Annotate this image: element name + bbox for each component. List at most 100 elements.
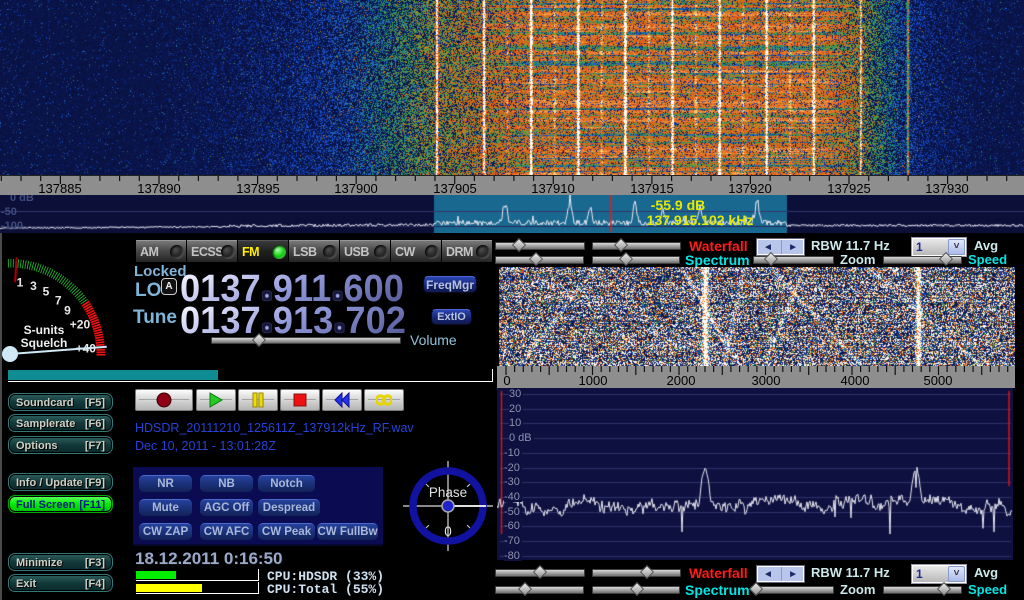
smeter-scale-label: 7 [55,293,62,307]
menu-button-full-screen[interactable]: Full Screen[F11] [8,495,113,513]
phase-center-dot [442,500,454,512]
dsp-button-agc-off[interactable]: AGC Off [200,499,253,516]
mode-led-fm [272,245,286,259]
dsp-button-notch[interactable]: Notch [258,475,315,492]
dsp-button-cw-zap[interactable]: CW ZAP [139,523,192,540]
signal-level-readout: -55.9 dB [651,197,705,213]
lo-label: LO [135,280,161,302]
dsp-button-cw-fullbw[interactable]: CW FullBw [317,523,378,540]
spectrum-label-0: Spectrum [685,252,750,268]
rbw-label-0: RBW 11.7 Hz [811,238,890,253]
avg-dropdown-0[interactable]: 1˅ [912,238,966,256]
scale1-label: 137920 [728,181,771,196]
spec2-db-label: -20 [504,463,522,473]
main-waterfall-display[interactable] [0,0,1024,175]
scale2-label: 3000 [752,373,781,388]
menu-button-key: [F4] [85,578,105,590]
avg-dropdown-1[interactable]: 1˅ [912,565,966,583]
freqmgr-button[interactable]: FreqMgr [423,276,477,293]
waterfall-spin-1-right-arrow[interactable]: ► [788,569,798,580]
menu-button-label: Options [16,440,58,452]
mode-button-label: AM [140,245,158,259]
phase-dial[interactable]: Phase0 [398,456,498,556]
menu-button-exit[interactable]: Exit[F4] [8,574,113,592]
menu-button-info-update[interactable]: Info / Update[F9] [8,473,113,491]
extio-button[interactable]: ExtIO [431,309,472,325]
menu-button-key: [F3] [85,557,105,569]
waterfall-spin-1-divider [781,567,782,581]
tune-frequency-display[interactable]: 0137913702 [180,305,406,338]
play-button[interactable] [196,389,236,411]
dsp-button-cw-afc[interactable]: CW AFC [200,523,253,540]
lo-a-badge[interactable]: A [161,278,177,295]
avg-label-0: Avg [974,238,998,253]
rewind-button[interactable] [322,389,362,411]
smeter-caption-sunits: S-units [24,323,65,337]
audio-spectrum-display[interactable]: 3020100 dB-10-20-30-40-50-60-70-80 [497,388,1013,560]
menu-button-key: [F5] [85,397,105,409]
scale1-label: 137910 [531,181,574,196]
menu-button-key: [F11] [79,499,105,511]
dsp-button-despread[interactable]: Despread [258,499,320,516]
menu-button-key: [F9] [85,477,105,489]
mode-button-lsb[interactable]: LSB [289,240,339,262]
spec2-db-label: -70 [504,536,522,546]
audio-frequency-scale[interactable]: 010002000300040005000 [497,366,1015,388]
dsp-button-cw-peak[interactable]: CW Peak [258,523,315,540]
scale1-label: 137925 [827,181,870,196]
menu-button-label: Samplerate [16,418,75,430]
loop-button[interactable] [364,389,404,411]
menu-button-samplerate[interactable]: Samplerate[F6] [8,414,113,432]
avg-label-1: Avg [974,565,998,580]
dsp-button-nb[interactable]: NB [200,475,253,492]
main-spectrum-strip[interactable]: -55.9 dB 137.915.102 kHz 0 dB-50-100 [0,195,1024,233]
mode-led-lsb [323,245,337,259]
waterfall-spin-1[interactable]: ◄► [757,566,804,582]
hdsdr-window: 1378851378901378951379001379051379101379… [0,0,1024,600]
menu-button-options[interactable]: Options[F7] [8,436,113,454]
stop-button[interactable] [280,389,320,411]
avg-dropdown-1-arrow[interactable]: ˅ [948,566,965,582]
mode-button-label: FM [242,245,259,259]
mode-led-cw [425,245,439,259]
dsp-panel: NR NB Notch Mute AGC Off Despread CW ZAP CW AFC… [133,467,383,546]
cpu-bar2-track [136,593,258,594]
mode-button-cw[interactable]: CW [391,240,441,262]
waterfall-spin-1-left-arrow[interactable]: ◄ [763,569,773,580]
mode-button-drm[interactable]: DRM [442,240,492,262]
audio-waterfall-display[interactable] [499,267,1015,366]
mode-button-fm[interactable]: FM [238,240,288,262]
smeter-scale-label: +20 [70,317,91,331]
waterfall-spin-0-right-arrow[interactable]: ► [788,242,798,253]
mode-button-am[interactable]: AM [136,240,186,262]
scale1-label: 137905 [433,181,476,196]
avg-dropdown-0-value: 1 [916,240,923,254]
zoom-slider-1-track[interactable] [753,586,834,594]
sp-slider1-1-track[interactable] [495,586,584,594]
wf-slider1-0-track[interactable] [495,242,585,250]
record-button[interactable] [135,389,193,411]
menu-button-soundcard[interactable]: Soundcard [F5] [8,393,113,411]
spec2-db-label: 10 [509,418,523,428]
waterfall-spin-0[interactable]: ◄► [757,239,804,255]
mode-led-ecss [221,245,235,259]
dsp-button-nr[interactable]: NR [139,475,192,492]
menu-button-label: Soundcard [16,397,73,409]
waterfall-label-1: Waterfall [689,565,748,581]
wf-slider2-0-track[interactable] [592,242,681,250]
phase-value: 0 [444,524,452,539]
avg-dropdown-0-arrow[interactable]: ˅ [948,239,965,255]
wf-slider2-1-track[interactable] [592,569,681,577]
locked-label: Locked [134,263,187,280]
main-frequency-scale[interactable]: 1378851378901378951379001379051379101379… [0,175,1024,195]
smeter-scale-label: 9 [64,304,71,318]
menu-button-minimize[interactable]: Minimize[F3] [8,553,113,571]
spec2-db-label: -80 [504,551,522,561]
mode-button-ecss[interactable]: ECSS [187,240,237,262]
recording-filename: HDSDR_20111210_125611Z_137912kHz_RF.wav [135,421,414,435]
waterfall-spin-0-divider [781,240,782,254]
mode-button-usb[interactable]: USB [340,240,390,262]
sp-slider2-0-track[interactable] [592,256,680,264]
pause-button[interactable] [238,389,278,411]
dsp-button-mute[interactable]: Mute [139,499,192,516]
